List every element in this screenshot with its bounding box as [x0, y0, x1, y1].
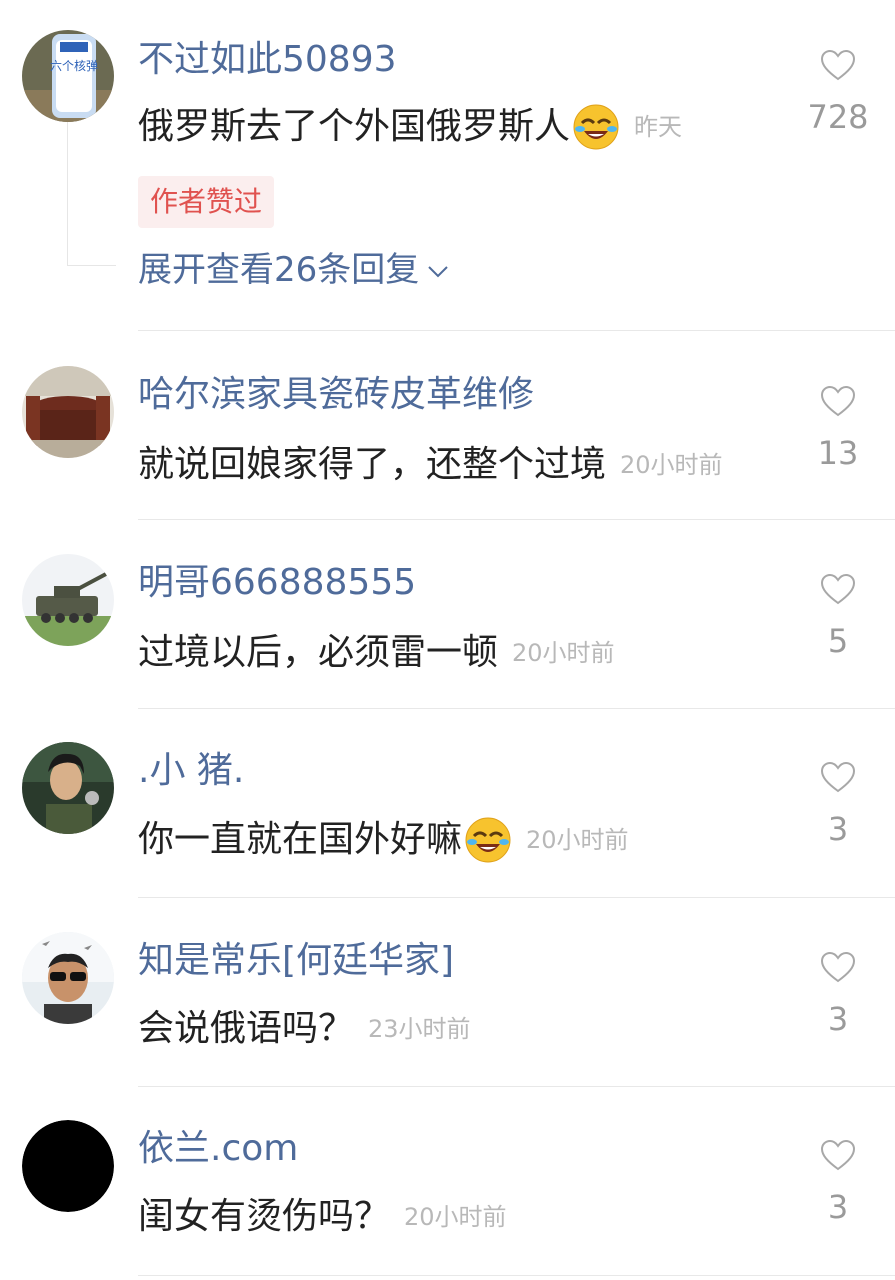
laughing-tears-emoji-icon	[572, 103, 620, 151]
comment-time: 20小时前	[404, 1203, 507, 1231]
comment-text: 过境以后，必须雷一顿	[138, 632, 499, 673]
comment-username[interactable]: 依兰.com	[138, 1127, 298, 1171]
comment-text: 会说俄语吗？	[138, 1008, 355, 1049]
comment-time: 23小时前	[368, 1015, 471, 1043]
comment-content: 闺女有烫伤吗？ 20小时前	[138, 1193, 507, 1240]
comment-username[interactable]: 知是常乐[何廷华家]	[138, 939, 454, 983]
comment-username[interactable]: 哈尔滨家具瓷砖皮革维修	[138, 373, 534, 417]
comment-time: 20小时前	[526, 826, 629, 854]
expand-replies-label: 展开查看26条回复	[138, 250, 420, 290]
avatar[interactable]	[22, 742, 114, 834]
comment-username[interactable]: .小 猪.	[138, 749, 244, 793]
avatar-label: 六个核弹	[50, 59, 98, 73]
comment-content: 会说俄语吗？ 23小时前	[138, 1005, 471, 1052]
comment-text: 就说回娘家得了，还整个过境	[138, 444, 607, 485]
comment-item: 哈尔滨家具瓷砖皮革维修 就说回娘家得了，还整个过境 20小时前 13	[0, 331, 895, 519]
comment-content: 你一直就在国外好嘛 20小时前	[138, 816, 629, 864]
comment-username[interactable]: 明哥666888555	[138, 561, 416, 605]
heart-outline-icon[interactable]	[819, 760, 857, 794]
avatar[interactable]	[22, 366, 114, 458]
comment-text: 俄罗斯去了个外国俄罗斯人	[138, 106, 571, 147]
comment-content: 俄罗斯去了个外国俄罗斯人 昨天	[138, 103, 682, 151]
avatar[interactable]	[22, 932, 114, 1024]
comment-item: 明哥666888555 过境以后，必须雷一顿 20小时前 5	[0, 520, 895, 708]
heart-outline-icon[interactable]	[819, 572, 857, 606]
comment-item: 六个核弹 不过如此50893 俄罗斯去了个外国俄罗斯人 昨天 728 作者赞过 展…	[0, 0, 895, 330]
comment-item: .小 猪. 你一直就在国外好嘛 20小时前 3	[0, 709, 895, 897]
like-count: 3	[827, 810, 849, 848]
divider	[138, 1275, 895, 1276]
comment-username[interactable]: 不过如此50893	[138, 38, 397, 82]
heart-outline-icon[interactable]	[819, 384, 857, 418]
avatar[interactable]	[22, 1120, 114, 1212]
like-count: 5	[827, 622, 849, 660]
author-liked-badge: 作者赞过	[138, 176, 275, 228]
comment-time: 20小时前	[512, 639, 615, 667]
avatar[interactable]	[22, 554, 114, 646]
heart-outline-icon[interactable]	[819, 950, 857, 984]
like-count: 3	[827, 1188, 849, 1226]
laughing-tears-emoji-icon	[464, 816, 512, 864]
chevron-down-icon	[428, 265, 448, 277]
heart-outline-icon[interactable]	[819, 1138, 857, 1172]
comment-time: 昨天	[634, 113, 683, 141]
comment-time: 20小时前	[620, 451, 723, 479]
avatar[interactable]: 六个核弹	[22, 30, 114, 122]
like-count: 3	[827, 1000, 849, 1038]
comment-item: 知是常乐[何廷华家] 会说俄语吗？ 23小时前 3	[0, 898, 895, 1086]
comment-text: 你一直就在国外好嘛	[138, 819, 463, 860]
like-count: 13	[817, 434, 859, 472]
reply-thread-line	[67, 115, 116, 266]
expand-replies-link[interactable]: 展开查看26条回复	[138, 248, 449, 292]
like-count: 728	[807, 98, 869, 136]
comment-content: 就说回娘家得了，还整个过境 20小时前	[138, 441, 723, 488]
comment-content: 过境以后，必须雷一顿 20小时前	[138, 629, 615, 676]
comment-item: 依兰.com 闺女有烫伤吗？ 20小时前 3	[0, 1087, 895, 1275]
comment-text: 闺女有烫伤吗？	[138, 1196, 391, 1237]
heart-outline-icon[interactable]	[819, 48, 857, 82]
